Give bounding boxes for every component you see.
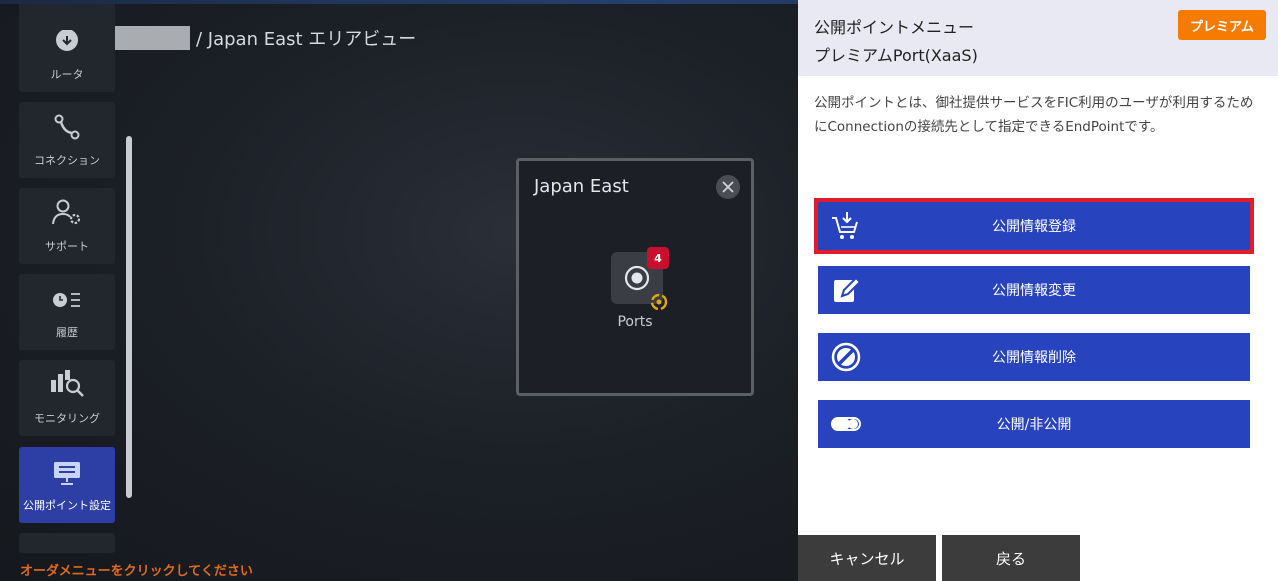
toggle-icon (831, 417, 861, 431)
nav-item-public-point-settings[interactable]: 公開ポイント設定 (19, 447, 115, 523)
close-icon (722, 181, 734, 193)
cart-add-icon (832, 212, 858, 239)
delete-public-info-button[interactable]: 公開情報削除 (818, 333, 1250, 381)
panel-header: 公開ポイントメニュー プレミアムPort(XaaS) プレミアム (798, 0, 1278, 76)
nav-item-router[interactable]: ルータ (19, 0, 115, 92)
nav-item-label: ルータ (50, 68, 84, 81)
nav-item-connection[interactable]: コネクション (19, 102, 115, 178)
register-public-info-button[interactable]: 公開情報登録 (814, 198, 1254, 254)
monitoring-icon (51, 370, 84, 397)
ports-count-badge: 4 (647, 247, 669, 269)
port-icon (624, 265, 650, 291)
nav-item-label: 公開ポイント設定 (23, 499, 111, 512)
public-point-menu-panel: 公開ポイントメニュー プレミアムPort(XaaS) プレミアム 公開ポイントと… (798, 0, 1278, 581)
ports-label: Ports (617, 314, 653, 330)
area-close-button[interactable] (716, 175, 740, 199)
nav-item-label: モニタリング (34, 412, 100, 425)
router-icon (56, 30, 78, 51)
back-button[interactable]: 戻る (942, 535, 1080, 581)
nav-item-label: 履歴 (56, 326, 78, 339)
monitor-icon (54, 462, 80, 485)
panel-title: 公開ポイントメニュー (814, 18, 975, 37)
toggle-publish-button[interactable]: 公開/非公開 (818, 400, 1250, 448)
action-label: 公開/非公開 (996, 417, 1072, 433)
prohibit-icon (831, 342, 861, 372)
order-menu-hint: オーダメニューをクリックしてください (20, 564, 253, 579)
nav-scrollbar[interactable] (126, 136, 132, 498)
nav-item-monitoring[interactable]: モニタリング (19, 360, 115, 436)
action-label: 公開情報登録 (992, 219, 1076, 235)
cancel-button[interactable]: キャンセル (798, 535, 936, 581)
area-view: / Japan East エリアビュー ルータ コネクション サポート 履歴 モ… (0, 0, 798, 581)
panel-subtitle: プレミアムPort(XaaS) (814, 46, 978, 65)
nav-item-label: コネクション (34, 154, 100, 167)
area-title: Japan East (534, 176, 629, 197)
action-label: 公開情報削除 (992, 350, 1076, 366)
area-card[interactable]: Japan East 4 Ports (516, 158, 754, 396)
panel-description: 公開ポイントとは、御社提供サービスをFIC利用のユーザが利用するためにConne… (814, 95, 1254, 135)
nav-item-label: サポート (45, 240, 89, 253)
nav-item-support[interactable]: サポート (19, 188, 115, 264)
nav-item-more[interactable] (19, 533, 115, 553)
edit-public-info-button[interactable]: 公開情報変更 (818, 266, 1250, 314)
sync-icon (650, 293, 668, 311)
nav-item-history[interactable]: 履歴 (19, 274, 115, 350)
edit-icon (834, 276, 862, 302)
connection-icon (54, 114, 80, 140)
premium-badge: プレミアム (1178, 10, 1266, 40)
action-label: 公開情報変更 (992, 283, 1076, 299)
history-icon (53, 293, 80, 307)
breadcrumb-current: / Japan East エリアビュー (196, 29, 417, 50)
support-icon (52, 199, 81, 225)
